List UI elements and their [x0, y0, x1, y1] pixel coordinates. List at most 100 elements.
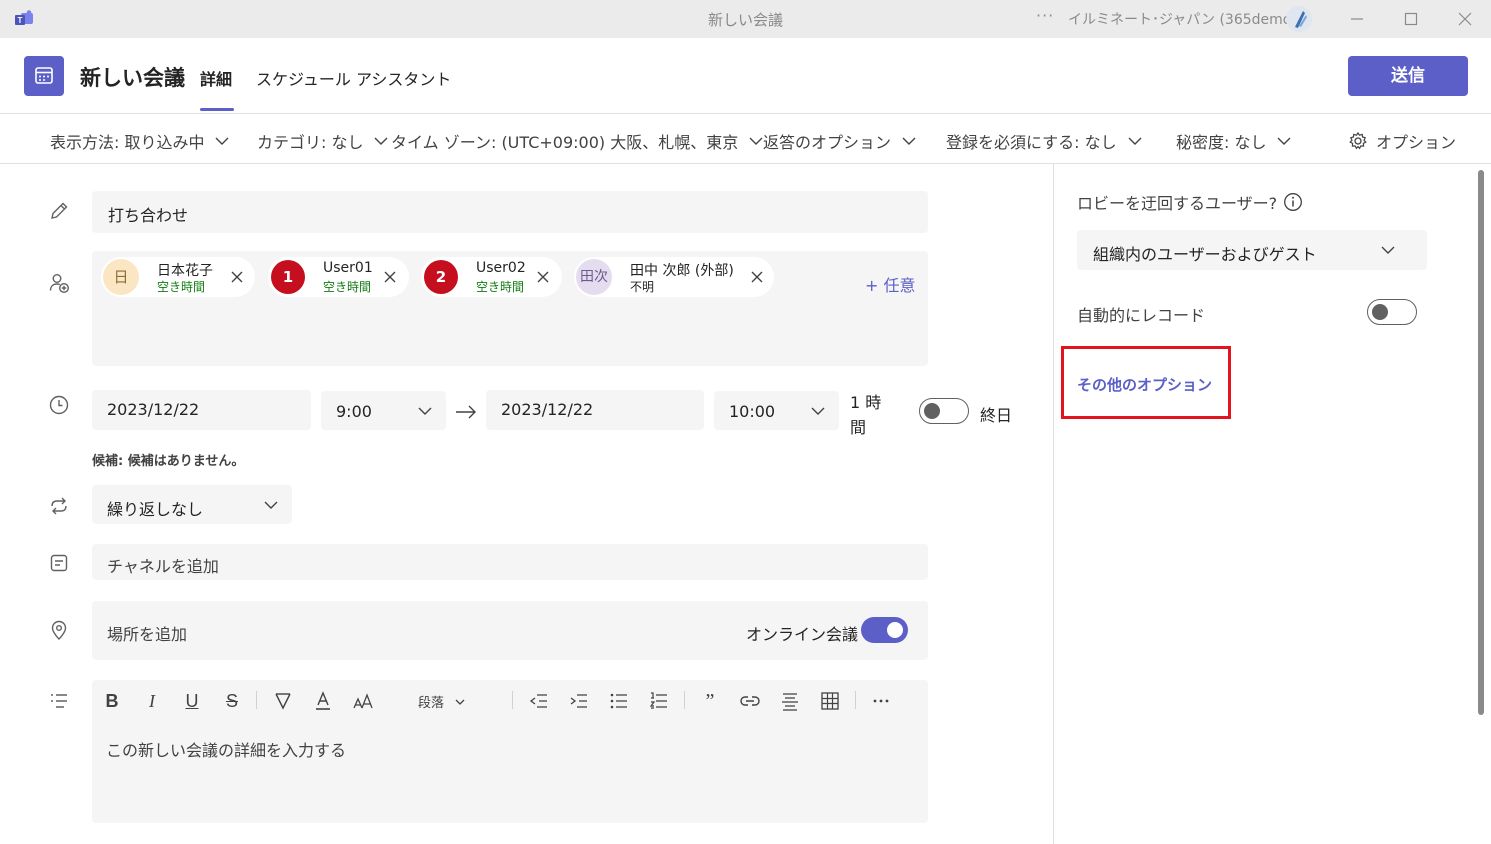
sensitivity-label: 秘密度: なし	[1176, 133, 1267, 152]
title-field[interactable]: 打ち合わせ	[92, 191, 928, 233]
chevron-down-icon	[749, 137, 763, 145]
channel-placeholder: チャネルを追加	[107, 557, 219, 576]
options-button[interactable]: オプション	[1348, 129, 1456, 153]
account-name[interactable]: イルミネート･ジャパン (365demo1)	[1068, 9, 1306, 29]
end-date-value: 2023/12/22	[501, 400, 594, 419]
chevron-down-icon	[215, 137, 229, 145]
options-bar: 表示方法: 取り込み中 カテゴリ: なし タイム ゾーン: (UTC+09:00…	[0, 114, 1491, 164]
chevron-down-icon	[902, 137, 916, 145]
chevron-down-icon	[1381, 246, 1395, 254]
registration-dropdown[interactable]: 登録を必須にする: なし	[946, 129, 1143, 153]
avatar: 日	[103, 259, 139, 295]
auto-record-toggle[interactable]	[1367, 299, 1417, 325]
remove-attendee-icon[interactable]	[749, 269, 765, 285]
category-dropdown[interactable]: カテゴリ: なし	[257, 129, 389, 153]
more-formatting-icon[interactable]	[870, 690, 892, 712]
chevron-down-icon	[374, 137, 388, 145]
increase-indent-icon[interactable]	[568, 690, 590, 712]
start-date-value: 2023/12/22	[107, 400, 200, 419]
maximize-icon[interactable]	[1400, 8, 1422, 30]
sensitivity-dropdown[interactable]: 秘密度: なし	[1176, 129, 1292, 153]
chevron-down-icon	[1128, 137, 1142, 145]
attendee-chip[interactable]: 日 日本花子 空き時間	[101, 257, 255, 297]
highlight-icon[interactable]	[272, 690, 294, 712]
align-center-icon[interactable]	[779, 690, 801, 712]
details-editor[interactable]: この新しい会議の詳細を入力する	[92, 680, 928, 823]
attendee-name: 田中 次郎 (外部)	[630, 263, 734, 279]
bullet-list-icon[interactable]	[608, 690, 630, 712]
numbered-list-icon[interactable]	[648, 690, 670, 712]
response-options-dropdown[interactable]: 返答のオプション	[763, 129, 917, 153]
toolbar-divider	[512, 691, 513, 709]
paragraph-style-select[interactable]: 段落	[418, 692, 466, 711]
remove-attendee-icon[interactable]	[535, 269, 551, 285]
attendee-status: 不明	[630, 280, 655, 294]
duration-label-cont: 間	[850, 418, 867, 437]
duration-label: 1 時	[850, 393, 882, 412]
attendee-status: 空き時間	[323, 280, 372, 294]
location-field[interactable]: 場所を追加 オンライン会議	[92, 601, 928, 660]
more-icon[interactable]: ···	[1036, 6, 1054, 25]
gear-icon	[1349, 131, 1367, 150]
tab-details[interactable]: 詳細	[200, 66, 232, 90]
chevron-down-icon	[1277, 137, 1291, 145]
all-day-label: 終日	[980, 406, 1013, 425]
close-icon[interactable]	[1454, 8, 1476, 30]
attendee-chip[interactable]: 2 User02 空き時間	[421, 257, 562, 297]
online-meeting-toggle[interactable]	[861, 617, 908, 643]
title-value: 打ち合わせ	[108, 206, 189, 225]
attendee-status: 空き時間	[157, 280, 206, 294]
more-options-link[interactable]: その他のオプション	[1077, 374, 1212, 395]
optional-attendee-link[interactable]: + 任意	[865, 272, 916, 296]
send-button[interactable]: 送信	[1348, 56, 1468, 96]
page-title: 新しい会議	[80, 66, 185, 90]
underline-icon[interactable]: U	[181, 690, 203, 712]
attendee-name: User01	[323, 260, 373, 276]
avatar: 2	[424, 260, 458, 294]
decrease-indent-icon[interactable]	[528, 690, 550, 712]
tab-schedule-assistant[interactable]: スケジュール アシスタント	[256, 66, 451, 90]
remove-attendee-icon[interactable]	[229, 269, 245, 285]
registration-label: 登録を必須にする: なし	[946, 133, 1117, 152]
scrollbar[interactable]	[1478, 170, 1484, 715]
all-day-toggle[interactable]	[919, 398, 969, 424]
font-size-icon[interactable]	[352, 690, 376, 712]
location-icon	[48, 619, 70, 641]
bold-icon[interactable]: B	[101, 690, 123, 712]
toolbar-divider	[256, 691, 257, 709]
table-icon[interactable]	[819, 690, 841, 712]
show-as-label: 表示方法: 取り込み中	[50, 133, 205, 152]
response-options-label: 返答のオプション	[763, 133, 892, 152]
repeat-select[interactable]: 繰り返しなし	[92, 485, 292, 524]
italic-icon[interactable]: I	[141, 690, 163, 712]
start-date-field[interactable]: 2023/12/22	[92, 390, 311, 430]
attendee-status: 空き時間	[476, 280, 525, 294]
strikethrough-icon[interactable]: S	[221, 690, 243, 712]
channel-icon	[48, 552, 70, 574]
attendee-chip[interactable]: 田次 田中 次郎 (外部) 不明	[574, 257, 774, 297]
link-icon[interactable]	[739, 690, 761, 712]
attendee-chip[interactable]: 1 User01 空き時間	[268, 257, 409, 297]
repeat-value: 繰り返しなし	[107, 500, 204, 519]
avatar[interactable]	[1286, 6, 1312, 32]
channel-field[interactable]: チャネルを追加	[92, 544, 928, 580]
start-time-select[interactable]: 9:00	[321, 391, 446, 430]
details-placeholder: この新しい会議の詳細を入力する	[106, 741, 347, 760]
show-as-dropdown[interactable]: 表示方法: 取り込み中	[50, 129, 230, 153]
font-color-icon[interactable]	[312, 690, 334, 712]
lobby-label: ロビーを迂回するユーザー?	[1077, 194, 1278, 213]
pencil-icon	[48, 200, 70, 222]
end-date-field[interactable]: 2023/12/22	[486, 390, 704, 430]
meeting-header: 新しい会議 詳細 スケジュール アシスタント 送信	[0, 38, 1491, 114]
category-label: カテゴリ: なし	[257, 133, 364, 152]
lobby-select[interactable]: 組織内のユーザーおよびゲスト	[1077, 230, 1427, 270]
remove-attendee-icon[interactable]	[382, 269, 398, 285]
end-time-select[interactable]: 10:00	[714, 391, 839, 430]
info-icon[interactable]	[1283, 192, 1303, 212]
avatar: 1	[271, 260, 305, 294]
minimize-icon[interactable]	[1346, 8, 1368, 30]
suggestion-text: 候補: 候補はありません。	[92, 454, 245, 469]
chevron-down-icon	[455, 699, 465, 705]
time-zone-dropdown[interactable]: タイム ゾーン: (UTC+09:00) 大阪、札幌、東京	[391, 129, 764, 153]
quote-icon[interactable]: ”	[699, 690, 721, 712]
